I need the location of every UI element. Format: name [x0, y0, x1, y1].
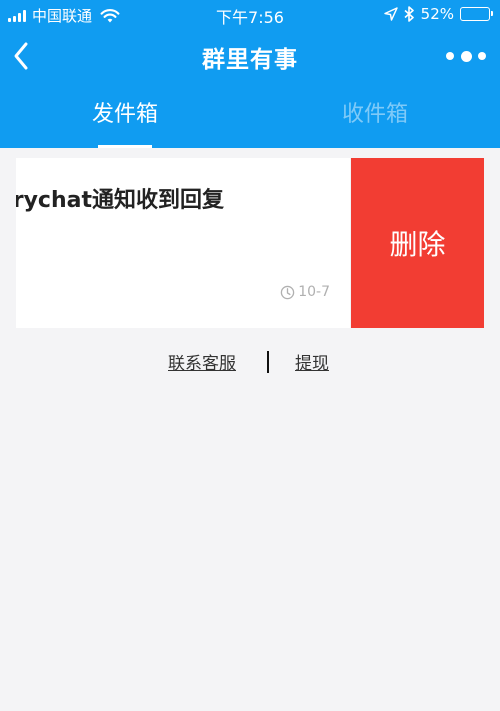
message-date: 10-7: [298, 284, 330, 300]
status-right: 52%: [383, 5, 493, 23]
clock-icon: [280, 285, 295, 299]
contact-service-link[interactable]: 联系客服: [168, 349, 236, 374]
header: 中国联通 下午7:56 52% 群里有事 发件箱 收件箱: [0, 0, 500, 148]
link-divider: [267, 351, 269, 373]
message-time: 10-7: [280, 284, 330, 300]
battery-icon: [460, 7, 493, 21]
active-tab-indicator: [98, 145, 152, 148]
withdraw-link[interactable]: 提现: [295, 349, 329, 374]
tab-outbox[interactable]: 发件箱: [0, 96, 250, 128]
location-icon: [383, 7, 398, 21]
message-title: Marychat通知收到回复: [16, 188, 224, 213]
nav-bar: 群里有事: [0, 28, 500, 84]
tab-inbox[interactable]: 收件箱: [250, 96, 500, 128]
footer-links: 联系客服 提现: [0, 349, 500, 377]
more-dots-icon: [446, 52, 454, 60]
page-title: 群里有事: [202, 47, 298, 73]
more-button[interactable]: [446, 46, 486, 66]
status-bar: 中国联通 下午7:56 52%: [0, 0, 500, 28]
tab-bar: 发件箱 收件箱: [0, 92, 500, 148]
bluetooth-icon: [404, 6, 414, 22]
battery-percent: 52%: [420, 5, 454, 23]
message-card[interactable]: Marychat通知收到回复 10-7: [16, 158, 350, 328]
delete-button[interactable]: 删除: [351, 158, 484, 328]
